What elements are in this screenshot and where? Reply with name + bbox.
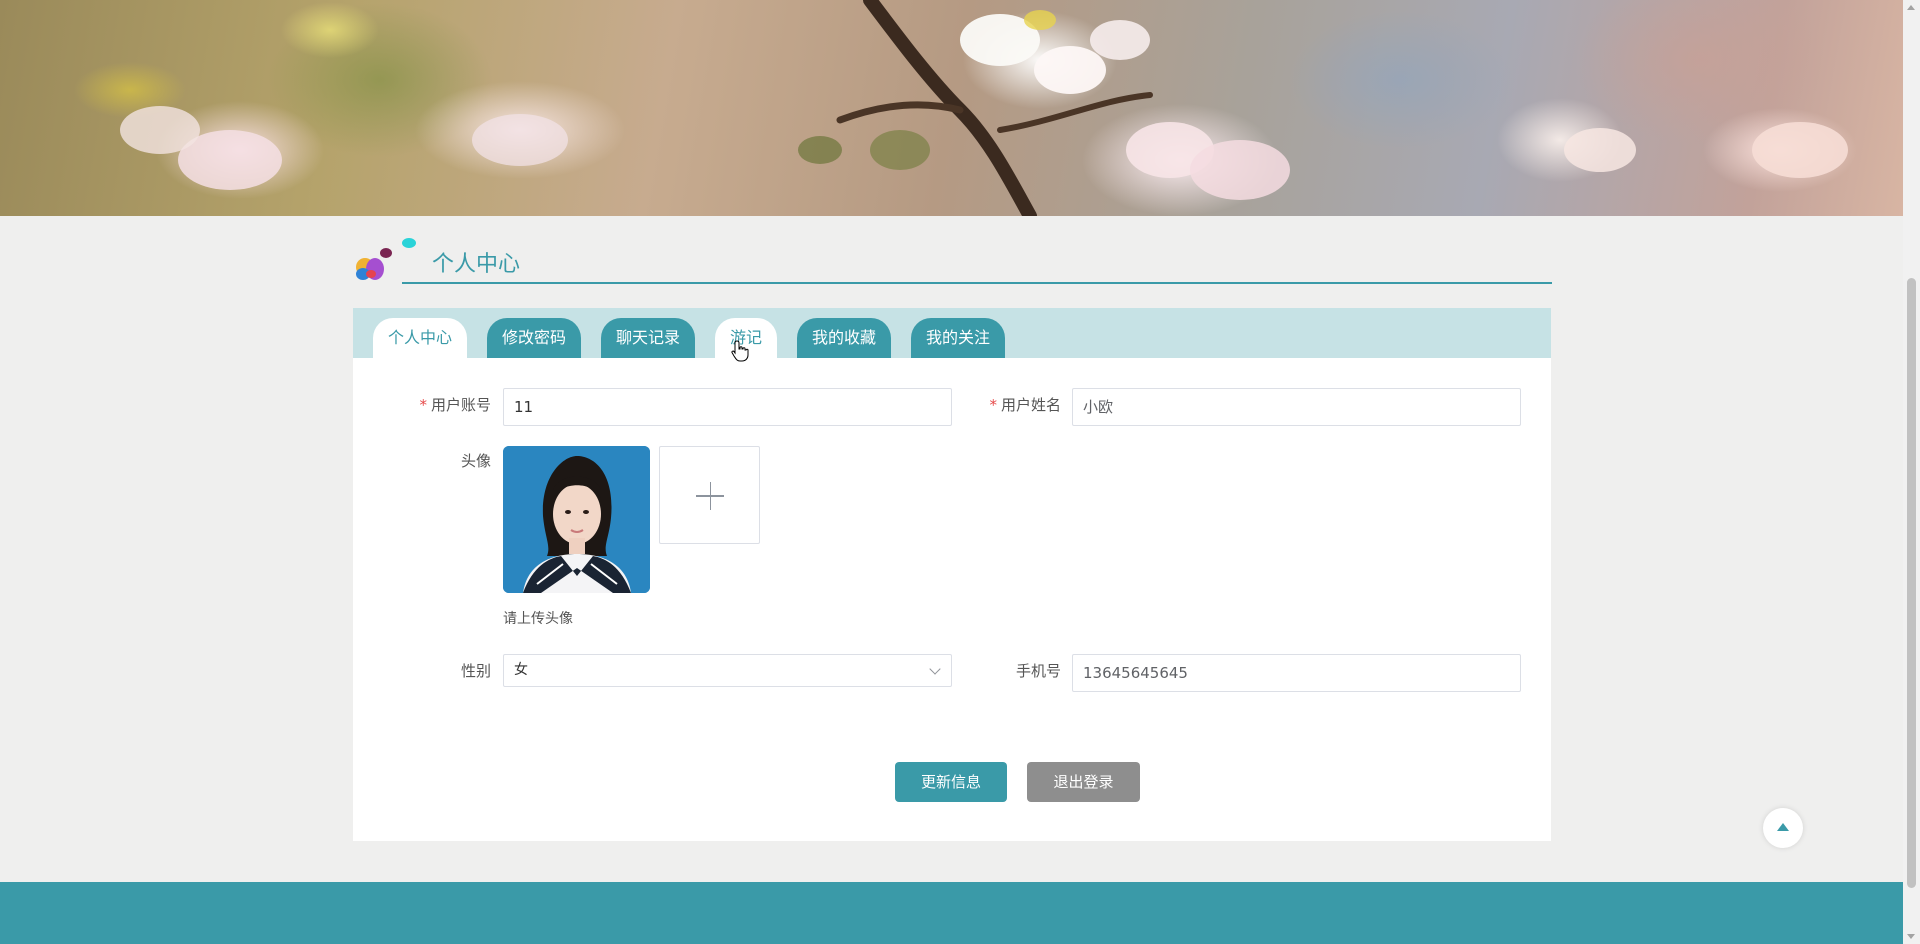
- avatar-upload-button[interactable]: [659, 446, 760, 544]
- scroll-up-arrow-icon[interactable]: [1907, 5, 1915, 10]
- avatar-label: 头像: [460, 452, 491, 470]
- section-header: 个人中心: [352, 236, 1552, 286]
- tab-personal-center[interactable]: 个人中心: [373, 318, 467, 358]
- gender-select[interactable]: 女: [503, 654, 952, 687]
- arrow-up-icon: [1777, 823, 1789, 831]
- tab-my-follows[interactable]: 我的关注: [911, 318, 1005, 358]
- logout-button[interactable]: 退出登录: [1027, 762, 1140, 802]
- avatar-upload-hint: 请上传头像: [503, 611, 573, 627]
- name-label: * 用户姓名: [989, 396, 1061, 414]
- name-input[interactable]: 小欧: [1072, 388, 1521, 426]
- page-scrollbar[interactable]: [1903, 0, 1920, 944]
- tab-chat-history[interactable]: 聊天记录: [601, 318, 695, 358]
- back-to-top-button[interactable]: [1763, 808, 1803, 848]
- chevron-down-icon: [929, 663, 941, 675]
- phone-label: 手机号: [1015, 662, 1061, 680]
- phone-input[interactable]: 13645645645: [1072, 654, 1521, 692]
- logo-dots-icon: [352, 236, 422, 286]
- gender-select-value: 女: [514, 662, 528, 678]
- tab-bar: 个人中心 修改密码 聊天记录 游记 我的收藏 我的关注: [353, 308, 1551, 358]
- banner-branch-illustration: [120, 0, 1848, 216]
- page-title: 个人中心: [432, 252, 521, 277]
- header-banner: [0, 0, 1903, 216]
- footer: [0, 882, 1903, 944]
- update-info-button[interactable]: 更新信息: [895, 762, 1007, 802]
- hand-pointer-icon: [731, 340, 749, 366]
- avatar-portrait: [503, 446, 650, 593]
- title-underline: [402, 282, 1552, 284]
- tab-change-password[interactable]: 修改密码: [487, 318, 581, 358]
- account-label: * 用户账号: [419, 396, 491, 414]
- scroll-down-arrow-icon[interactable]: [1907, 934, 1915, 939]
- gender-label: 性别: [460, 662, 491, 680]
- profile-card: 个人中心 修改密码 聊天记录 游记 我的收藏 我的关注 * 用户账号 11 * 用户…: [353, 308, 1551, 841]
- tab-my-favorites[interactable]: 我的收藏: [797, 318, 891, 358]
- account-input[interactable]: 11: [503, 388, 952, 426]
- avatar-image[interactable]: [503, 446, 650, 593]
- scrollbar-thumb[interactable]: [1907, 278, 1916, 888]
